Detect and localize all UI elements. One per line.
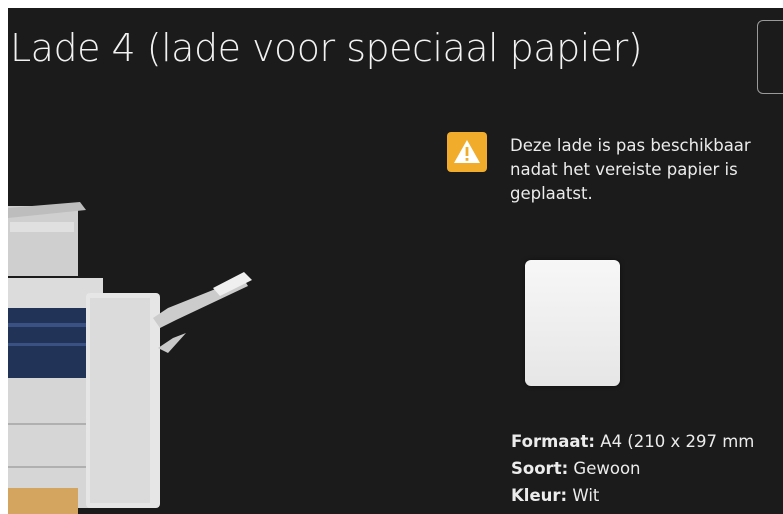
paper-type-value: Gewoon: [568, 459, 641, 478]
warning-icon: [447, 132, 487, 172]
paper-type-label: Soort:: [511, 459, 569, 478]
corner-button[interactable]: [757, 20, 783, 94]
page-title: Lade 4 (lade voor speciaal papier): [10, 26, 643, 70]
printer-illustration: [8, 202, 252, 514]
paper-properties: Formaat: A4 (210 x 297 mm Soort: Gewoon …: [511, 430, 783, 511]
warning-message: Deze lade is pas beschikbaar nadat het v…: [510, 136, 751, 203]
paper-size-row: Formaat: A4 (210 x 297 mm: [511, 430, 783, 457]
paper-type-row: Soort: Gewoon: [511, 457, 783, 484]
paper-color-label: Kleur:: [511, 486, 568, 505]
paper-color-value: Wit: [567, 486, 600, 505]
paper-preview: [525, 260, 620, 386]
paper-color-row: Kleur: Wit: [511, 484, 783, 511]
screen: Lade 4 (lade voor speciaal papier) Deze …: [8, 8, 783, 514]
paper-size-value: A4 (210 x 297 mm: [595, 432, 755, 451]
paper-size-label: Formaat:: [511, 432, 596, 451]
